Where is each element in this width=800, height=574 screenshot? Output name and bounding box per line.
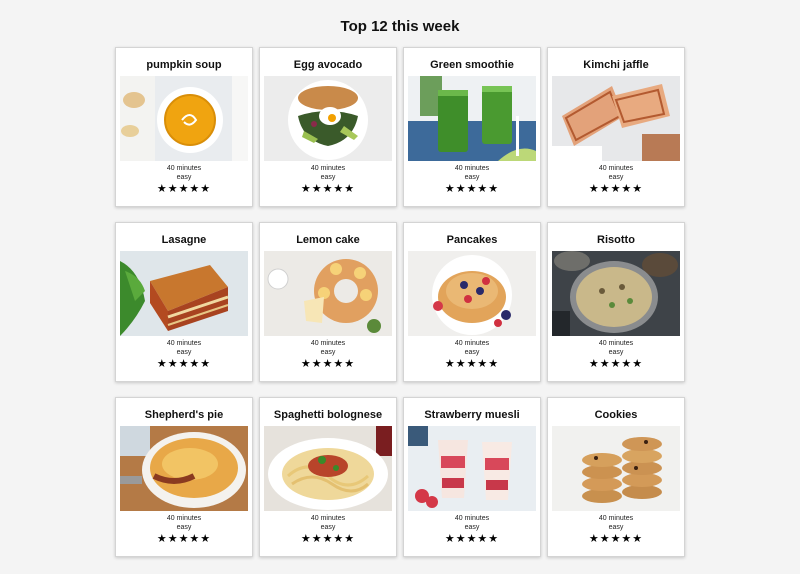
recipe-difficulty: easy [464, 174, 480, 181]
recipe-image [120, 426, 248, 511]
recipe-card[interactable]: Shepherd's pie 40 minutes easy ★★★★★ [115, 397, 253, 557]
recipe-difficulty: easy [608, 524, 624, 531]
recipe-title: Egg avocado [293, 59, 363, 71]
recipe-time: 40 minutes [310, 515, 346, 522]
recipe-meta: 40 minutes easy [404, 164, 540, 182]
recipe-rating: ★★★★★ [300, 183, 356, 195]
recipe-meta: 40 minutes easy [548, 514, 684, 532]
recipe-rating: ★★★★★ [156, 533, 212, 545]
recipe-time: 40 minutes [166, 340, 202, 347]
recipe-meta: 40 minutes easy [116, 339, 252, 357]
recipe-card[interactable]: Kimchi jaffle 40 minutes easy ★★★★★ [547, 47, 685, 207]
recipe-meta: 40 minutes easy [548, 164, 684, 182]
recipe-card[interactable]: Cookies 40 minutes easy ★★★★★ [547, 397, 685, 557]
recipe-time: 40 minutes [454, 165, 490, 172]
recipe-image [120, 76, 248, 161]
recipe-card[interactable]: Risotto 40 minutes easy ★★★★★ [547, 222, 685, 382]
recipe-time: 40 minutes [598, 340, 634, 347]
recipe-title: Shepherd's pie [144, 409, 224, 421]
recipe-time: 40 minutes [454, 515, 490, 522]
recipe-time: 40 minutes [598, 515, 634, 522]
recipe-meta: 40 minutes easy [404, 514, 540, 532]
recipe-card[interactable]: Green smoothie 40 minutes easy ★★★★★ [403, 47, 541, 207]
recipe-meta: 40 minutes easy [548, 339, 684, 357]
recipe-time: 40 minutes [310, 340, 346, 347]
recipe-difficulty: easy [608, 349, 624, 356]
recipe-meta: 40 minutes easy [260, 514, 396, 532]
recipe-difficulty: easy [176, 349, 192, 356]
recipe-title: Cookies [594, 409, 638, 421]
recipe-image [264, 426, 392, 511]
recipe-card[interactable]: Pancakes 40 minutes easy ★★★★★ [403, 222, 541, 382]
recipe-difficulty: easy [176, 174, 192, 181]
recipe-difficulty: easy [320, 349, 336, 356]
recipe-difficulty: easy [608, 174, 624, 181]
recipe-time: 40 minutes [166, 165, 202, 172]
recipe-image [408, 76, 536, 161]
recipe-title: Lemon cake [296, 234, 360, 246]
recipe-meta: 40 minutes easy [260, 164, 396, 182]
recipe-grid: pumpkin soup 40 minutes easy ★★★★★ Egg a… [115, 47, 685, 557]
recipe-time: 40 minutes [454, 340, 490, 347]
recipe-rating: ★★★★★ [588, 183, 644, 195]
recipe-image [552, 251, 680, 336]
recipe-rating: ★★★★★ [444, 533, 500, 545]
recipe-image [120, 251, 248, 336]
recipe-title: Green smoothie [430, 59, 514, 71]
recipe-card[interactable]: Lasagne 40 minutes easy ★★★★★ [115, 222, 253, 382]
recipe-image [552, 426, 680, 511]
recipe-time: 40 minutes [166, 515, 202, 522]
recipe-title: Risotto [597, 234, 635, 246]
recipe-card[interactable]: Egg avocado 40 minutes easy ★★★★★ [259, 47, 397, 207]
recipe-rating: ★★★★★ [588, 533, 644, 545]
recipe-meta: 40 minutes easy [404, 339, 540, 357]
recipe-rating: ★★★★★ [300, 533, 356, 545]
recipe-card[interactable]: Lemon cake 40 minutes easy ★★★★★ [259, 222, 397, 382]
recipe-title: Kimchi jaffle [583, 59, 649, 71]
recipe-time: 40 minutes [310, 165, 346, 172]
recipe-card[interactable]: Strawberry muesli 40 minutes easy ★★★★★ [403, 397, 541, 557]
recipe-image [264, 251, 392, 336]
recipe-title: Lasagne [161, 234, 207, 246]
recipe-title: pumpkin soup [146, 59, 222, 71]
recipe-meta: 40 minutes easy [260, 339, 396, 357]
recipe-rating: ★★★★★ [156, 183, 212, 195]
recipe-difficulty: easy [464, 349, 480, 356]
recipe-title: Strawberry muesli [424, 409, 520, 421]
recipe-image [264, 76, 392, 161]
recipe-difficulty: easy [464, 524, 480, 531]
recipe-meta: 40 minutes easy [116, 514, 252, 532]
recipe-rating: ★★★★★ [156, 358, 212, 370]
recipe-rating: ★★★★★ [300, 358, 356, 370]
recipe-meta: 40 minutes easy [116, 164, 252, 182]
page: Top 12 this week pumpkin soup 40 minutes… [0, 0, 800, 574]
recipe-card[interactable]: Spaghetti bolognese 40 minutes easy ★★★★… [259, 397, 397, 557]
recipe-difficulty: easy [176, 524, 192, 531]
recipe-title: Spaghetti bolognese [273, 409, 383, 421]
recipe-title: Pancakes [446, 234, 498, 246]
recipe-time: 40 minutes [598, 165, 634, 172]
page-title: Top 12 this week [340, 18, 460, 35]
recipe-rating: ★★★★★ [444, 183, 500, 195]
recipe-image [408, 426, 536, 511]
recipe-image [552, 76, 680, 161]
recipe-difficulty: easy [320, 524, 336, 531]
recipe-card[interactable]: pumpkin soup 40 minutes easy ★★★★★ [115, 47, 253, 207]
recipe-image [408, 251, 536, 336]
recipe-rating: ★★★★★ [444, 358, 500, 370]
recipe-difficulty: easy [320, 174, 336, 181]
recipe-rating: ★★★★★ [588, 358, 644, 370]
